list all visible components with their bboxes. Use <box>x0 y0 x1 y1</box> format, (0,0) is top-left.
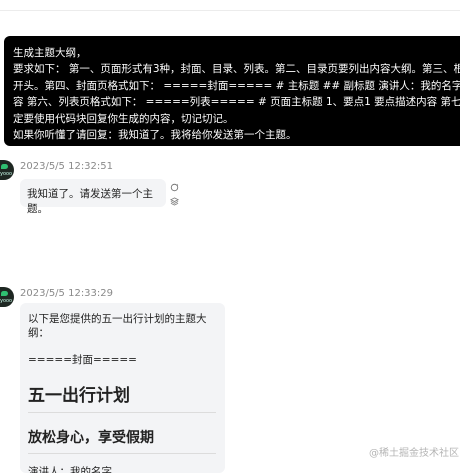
outline-intro: 以下是您提供的五一出行计划的主题大纲： <box>28 313 207 339</box>
assistant-message-bubble: 我知道了。请发送第一个主题。 <box>20 179 166 215</box>
leaf-icon <box>1 164 8 169</box>
user-message-line: 开头。第四、封面页格式如下： =====封面===== # 主标题 ## 副标题… <box>13 79 460 92</box>
assistant-message-text: 我知道了。请发送第一个主题。 <box>27 188 153 215</box>
outline-title: 五一出行计划 <box>28 381 216 413</box>
avatar-label: yooo <box>0 298 13 304</box>
user-message-line: 生成主题大纲， <box>13 47 87 59</box>
user-message-line: 容 第六、列表页格式如下： =====列表===== # 页面主标题 1、要点1… <box>13 96 460 109</box>
layers-icon[interactable] <box>170 197 179 206</box>
presenter-line: 演讲人：我的名字 <box>28 466 112 473</box>
assistant-avatar: yooo <box>0 160 14 180</box>
user-message-line: 定要使用代码块回复你生成的内容，切记切记。 <box>13 112 234 125</box>
watermark: @稀土掘金技术社区 <box>369 448 459 459</box>
user-message-bubble: 生成主题大纲， 要求如下： 第一、页面形式有3种，封面、目录、列表。第二、目录页… <box>4 36 460 146</box>
leaf-icon <box>1 291 8 296</box>
user-message-line: 如果你听懂了请回复：我知道了。我将给你发送第一个主题。 <box>13 129 297 142</box>
avatar-label: yooo <box>0 171 13 177</box>
cover-section-marker: =====封面===== <box>28 354 137 366</box>
refresh-icon[interactable] <box>170 183 179 192</box>
assistant-message-bubble: 以下是您提供的五一出行计划的主题大纲： =====封面===== 五一出行计划 … <box>20 303 225 473</box>
user-message-line: 要求如下： 第一、页面形式有3种，封面、目录、列表。第二、目录页要列出内容大纲。… <box>13 63 460 76</box>
outline-subtitle: 放松身心，享受假期 <box>28 427 216 454</box>
top-divider <box>0 10 460 11</box>
message-timestamp: 2023/5/5 12:32:51 <box>20 161 114 172</box>
message-timestamp: 2023/5/5 12:33:29 <box>20 288 114 299</box>
assistant-avatar: yooo <box>0 287 14 307</box>
